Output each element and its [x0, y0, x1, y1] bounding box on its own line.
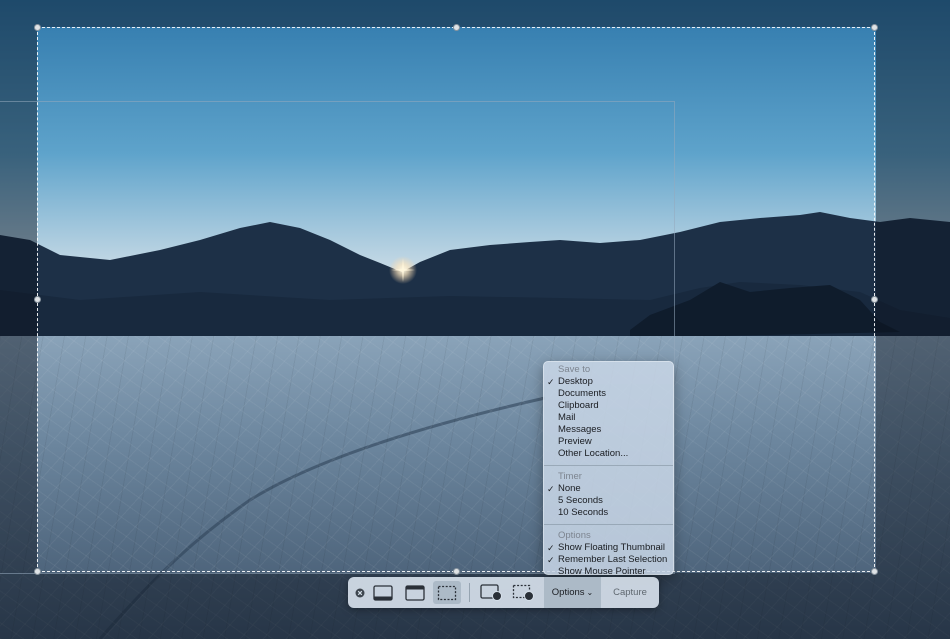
dim-right — [876, 27, 950, 573]
menu-item-desktop[interactable]: ✓ Desktop — [544, 376, 673, 388]
menu-item-clipboard[interactable]: Clipboard — [544, 400, 673, 412]
record-entire-screen-button[interactable] — [477, 577, 505, 608]
resize-handle-top-center[interactable] — [453, 24, 460, 31]
menu-item-show-floating-thumbnail[interactable]: ✓ Show Floating Thumbnail — [544, 542, 673, 554]
resize-handle-bottom-center[interactable] — [453, 568, 460, 575]
capture-button-label: Capture — [613, 587, 647, 598]
menu-item-label: Mail — [558, 412, 576, 423]
menu-item-label: Show Floating Thumbnail — [558, 542, 666, 553]
options-menu: Save to ✓ Desktop Documents Clipboard Mai… — [543, 361, 674, 577]
menu-item-label: 10 Seconds — [558, 507, 609, 518]
resize-handle-middle-right[interactable] — [871, 296, 878, 303]
record-selected-portion-button[interactable] — [509, 577, 537, 608]
menu-item-label: 5 Seconds — [558, 495, 603, 506]
capture-selected-portion-icon — [437, 585, 457, 600]
menu-item-label: Remember Last Selection — [558, 554, 668, 565]
capture-button[interactable]: Capture — [601, 577, 659, 608]
menu-item-timer-5-seconds[interactable]: 5 Seconds — [544, 495, 673, 507]
menu-item-other-location[interactable]: Other Location... — [544, 448, 673, 460]
record-selected-portion-icon — [512, 584, 534, 601]
menu-item-preview[interactable]: Preview — [544, 436, 673, 448]
menu-item-label: None — [558, 483, 581, 494]
resize-handle-top-right[interactable] — [871, 24, 878, 31]
menu-item-label: Documents — [558, 388, 607, 399]
menu-item-label: Clipboard — [558, 400, 599, 411]
menu-item-timer-10-seconds[interactable]: 10 Seconds — [544, 507, 673, 519]
chevron-down-icon: ⌄ — [586, 588, 594, 597]
menu-item-messages[interactable]: Messages — [544, 424, 673, 436]
menu-item-label: Messages — [558, 424, 602, 435]
timer-section-title: Timer — [558, 471, 582, 482]
checkmark-icon: ✓ — [547, 543, 555, 553]
menu-item-mail[interactable]: Mail — [544, 412, 673, 424]
toolbar-divider — [469, 583, 470, 602]
menu-separator — [544, 524, 673, 525]
capture-entire-screen-button[interactable] — [370, 577, 396, 608]
menu-item-remember-last-selection[interactable]: ✓ Remember Last Selection — [544, 554, 673, 566]
options-section-title: Options — [558, 530, 591, 541]
options-button-label: Options — [551, 587, 585, 598]
checkmark-icon: ✓ — [547, 377, 555, 387]
menu-item-label: Desktop — [558, 376, 593, 387]
resize-handle-middle-left[interactable] — [34, 296, 41, 303]
resize-handle-bottom-right[interactable] — [871, 568, 878, 575]
dim-top — [0, 0, 950, 27]
capture-selected-window-button[interactable] — [402, 577, 428, 608]
capture-selected-window-icon — [405, 584, 425, 601]
menu-item-label: Other Location... — [558, 448, 629, 459]
checkmark-icon: ✓ — [547, 484, 555, 494]
menu-separator — [544, 465, 673, 466]
screenshot-toolbar: Options ⌄ Capture — [348, 577, 659, 608]
capture-selected-portion-button[interactable] — [433, 581, 461, 604]
close-button[interactable] — [353, 577, 367, 608]
options-button[interactable]: Options ⌄ — [544, 577, 601, 608]
close-icon — [355, 588, 365, 597]
save-to-section-title: Save to — [558, 364, 591, 375]
capture-entire-screen-icon — [373, 584, 393, 601]
record-entire-screen-icon — [480, 584, 502, 601]
selection-rectangle[interactable] — [34, 24, 878, 575]
resize-handle-bottom-left[interactable] — [34, 568, 41, 575]
menu-item-label: Show Mouse Pointer — [558, 566, 646, 577]
menu-item-documents[interactable]: Documents — [544, 388, 673, 400]
checkmark-icon: ✓ — [547, 555, 555, 565]
menu-item-timer-none[interactable]: ✓ None — [544, 483, 673, 495]
menu-item-label: Preview — [558, 436, 592, 447]
resize-handle-top-left[interactable] — [34, 24, 41, 31]
